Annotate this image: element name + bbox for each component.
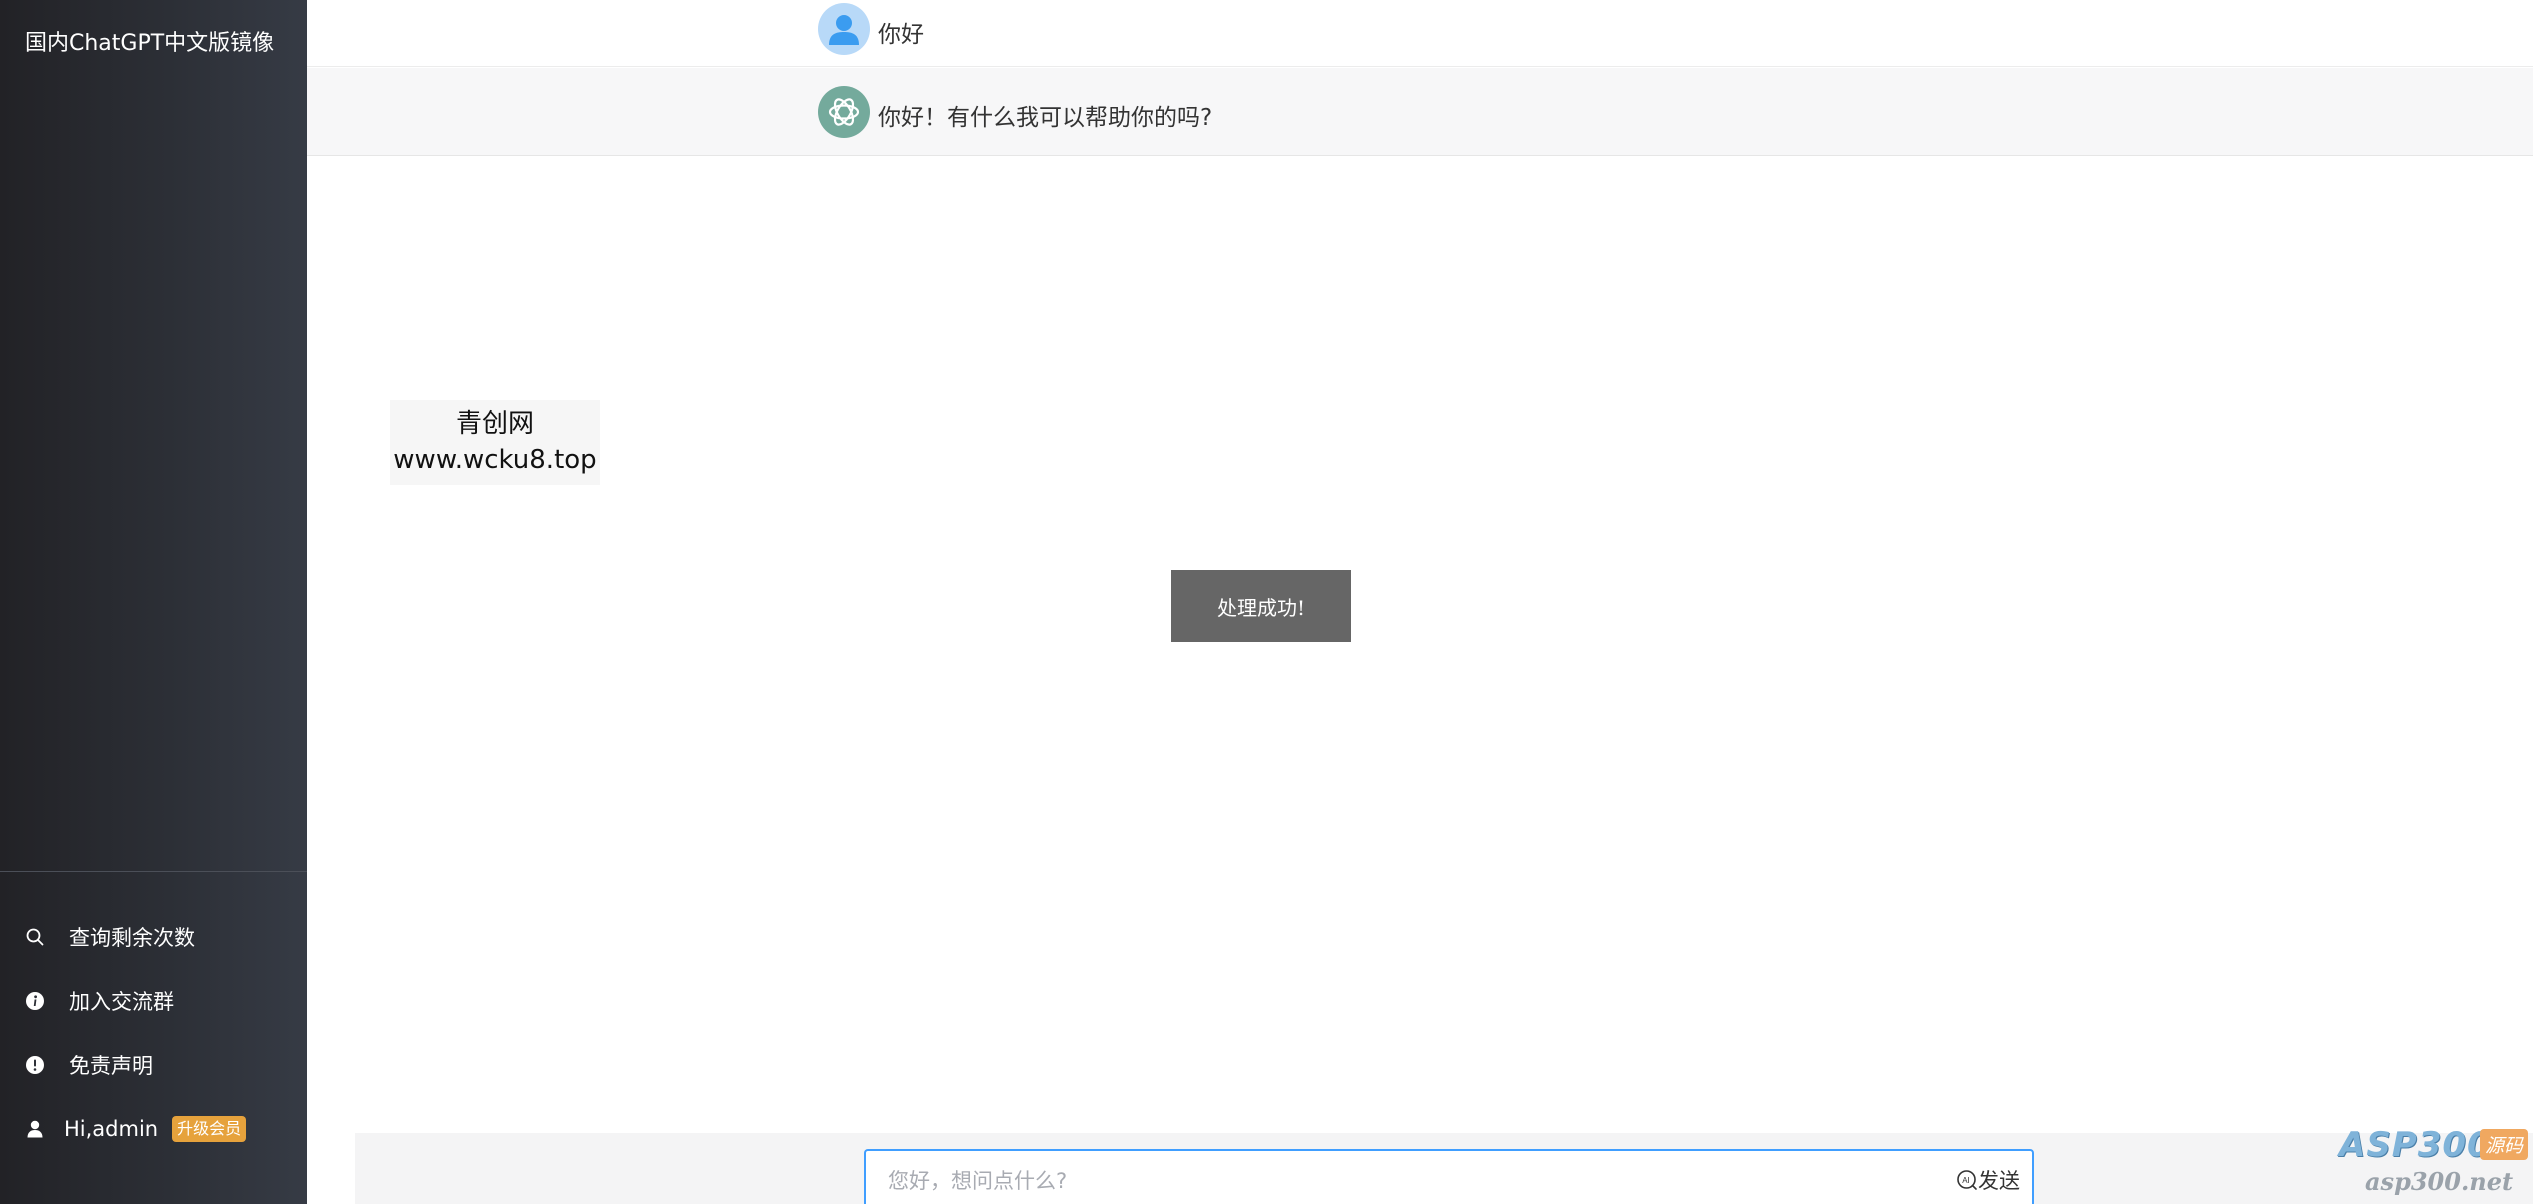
chat-input-box: AI 发送 — [864, 1149, 2034, 1204]
openai-logo-icon — [818, 86, 870, 138]
sidebar-item-label: 查询剩余次数 — [69, 926, 195, 950]
chat-input[interactable] — [886, 1163, 1910, 1199]
watermark-url: www.wcku8.top — [393, 445, 597, 475]
site-logo-url: asp300.net — [2365, 1167, 2514, 1196]
watermark-box: 青创网 www.wcku8.top — [390, 400, 600, 485]
ai-send-icon: AI — [1956, 1169, 1978, 1191]
sidebar-brand[interactable]: 国内ChatGPT中文版镜像 — [25, 25, 274, 57]
send-button[interactable]: AI 发送 — [1956, 1165, 2020, 1195]
svg-text:AI: AI — [1962, 1176, 1970, 1185]
alert-icon — [25, 1055, 45, 1075]
message-text: 你好！有什么我可以帮助你的吗? — [878, 105, 1213, 131]
user-avatar-icon — [818, 3, 870, 55]
send-label: 发送 — [1978, 1169, 2020, 1193]
message-text: 你好 — [878, 22, 924, 48]
sidebar-item-query-remaining[interactable]: 查询剩余次数 — [0, 905, 307, 969]
site-logo-tag: 源码 — [2480, 1129, 2529, 1160]
upgrade-vip-badge[interactable]: 升级会员 — [172, 1116, 247, 1142]
search-icon — [25, 927, 45, 947]
sidebar-item-label: 免责声明 — [69, 1054, 153, 1078]
sidebar: 国内ChatGPT中文版镜像 查询剩余次数 加入交流群 免责声明 Hi,admi… — [0, 0, 307, 1204]
user-greeting: Hi,admin — [64, 1117, 159, 1141]
chat-main: 你好 你好！有什么我可以帮助你的吗? — [307, 0, 2533, 1204]
site-logo: ASP300 源码 asp300.net — [2335, 1125, 2530, 1200]
sidebar-divider — [0, 871, 307, 872]
success-toast: 处理成功! — [1171, 570, 1351, 642]
sidebar-item-user[interactable]: Hi,admin 升级会员 — [0, 1097, 307, 1161]
chat-message-user: 你好 — [307, 0, 2533, 67]
info-icon — [25, 991, 45, 1011]
user-icon — [25, 1119, 45, 1139]
sidebar-item-label: 加入交流群 — [69, 990, 174, 1014]
sidebar-item-disclaimer[interactable]: 免责声明 — [0, 1033, 307, 1097]
sidebar-menu: 查询剩余次数 加入交流群 免责声明 Hi,admin 升级会员 — [0, 905, 307, 1161]
site-logo-main: ASP300 — [2339, 1125, 2492, 1165]
chat-message-assistant: 你好！有什么我可以帮助你的吗? — [307, 68, 2533, 156]
app-root: 国内ChatGPT中文版镜像 查询剩余次数 加入交流群 免责声明 Hi,admi… — [0, 0, 2533, 1204]
sidebar-item-join-group[interactable]: 加入交流群 — [0, 969, 307, 1033]
watermark-title: 青创网 — [455, 409, 534, 439]
